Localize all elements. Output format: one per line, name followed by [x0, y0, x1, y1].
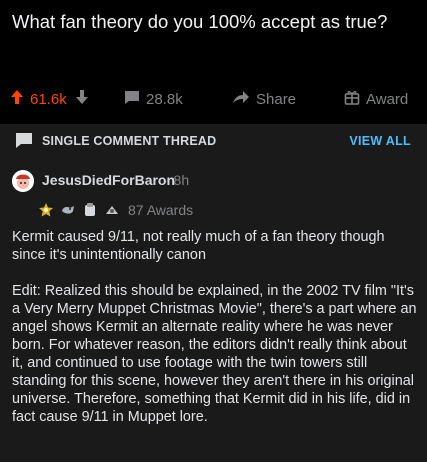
comments-button[interactable]: 28.8k [124, 86, 183, 112]
comment-bubble-icon [124, 89, 140, 109]
comment-count: 28.8k [146, 90, 183, 108]
single-comment-thread-bar: SINGLE COMMENT THREAD VIEW ALL [0, 124, 427, 158]
awards-count: 87 Awards [128, 202, 194, 218]
wholesome-award-icon [60, 202, 76, 218]
downvote-arrow-icon[interactable] [75, 89, 89, 109]
comment-body: Kermit caused 9/11, not really much of a… [12, 228, 417, 426]
comment-author[interactable]: JesusDiedForBaron [42, 172, 175, 188]
avatar[interactable] [12, 170, 34, 192]
single-comment-thread-label: SINGLE COMMENT THREAD [42, 134, 217, 148]
award-label: Award [366, 90, 409, 108]
award-button[interactable]: Award [344, 86, 408, 112]
gift-icon [344, 89, 360, 109]
post-actions: 61.6k 28.8k Share Award [0, 86, 427, 112]
vote-group: 61.6k [10, 86, 89, 112]
upvote-arrow-icon[interactable] [10, 89, 24, 109]
post-title[interactable]: What fan theory do you 100% accept as tr… [12, 10, 412, 34]
view-all-link[interactable]: VIEW ALL [349, 134, 411, 148]
comment-paragraph: Edit: Realized this should be explained,… [12, 283, 417, 425]
helpful-award-icon [104, 202, 120, 218]
comment-card: JesusDiedForBaron · 8h 87 Awards Kermit … [0, 158, 427, 462]
share-arrow-icon [232, 89, 250, 109]
chat-icon [14, 132, 34, 155]
share-button[interactable]: Share [232, 86, 296, 112]
silver-award-icon [82, 202, 98, 218]
gold-award-icon [38, 202, 54, 218]
comment-paragraph: Kermit caused 9/11, not really much of a… [12, 229, 385, 263]
share-label: Share [256, 90, 297, 108]
comment-age: · 8h [165, 172, 190, 188]
awards-row[interactable]: 87 Awards [38, 200, 193, 220]
upvote-count: 61.6k [30, 90, 67, 108]
